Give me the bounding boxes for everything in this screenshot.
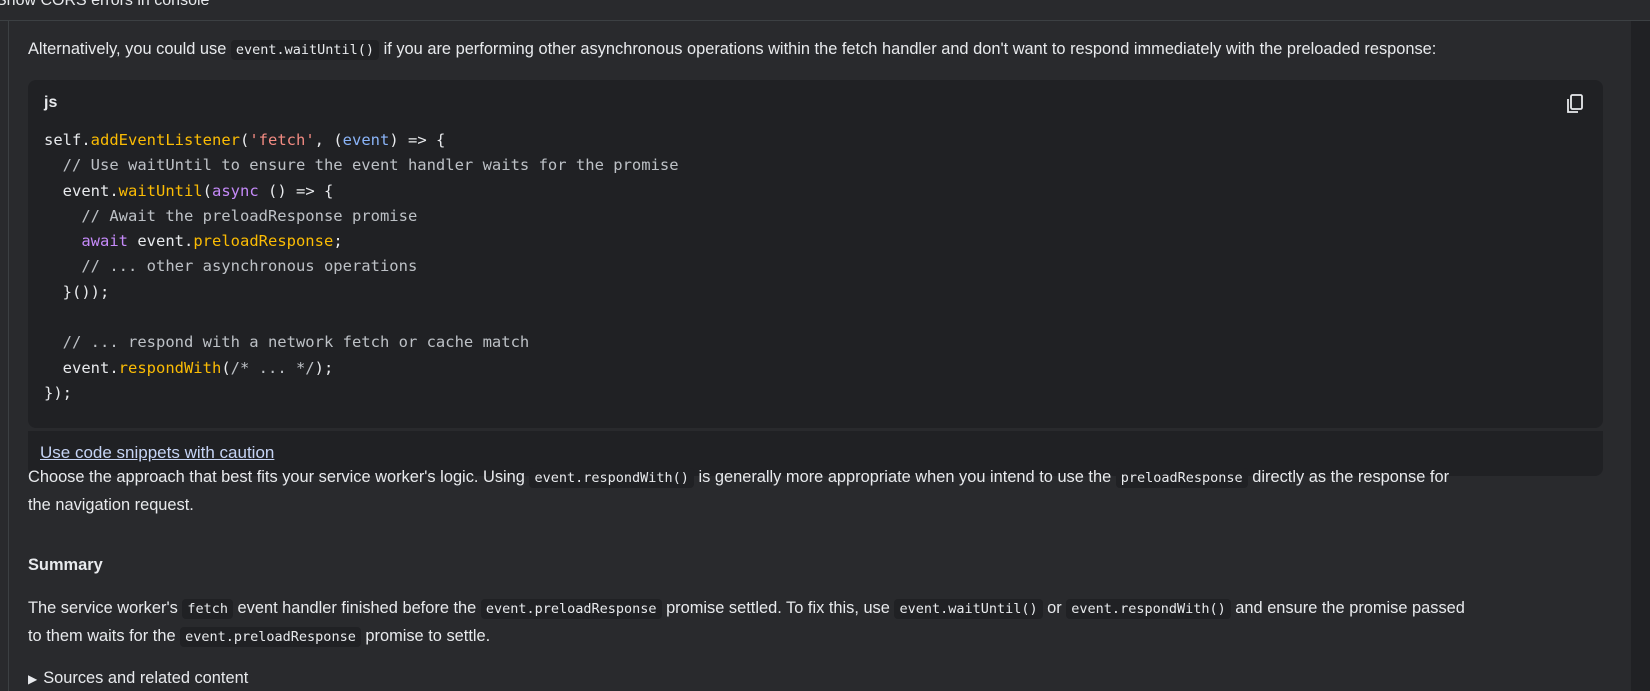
code-token: }); [44, 383, 72, 402]
code-token: // ... other asynchronous operations [44, 257, 418, 276]
code-token: event. [44, 358, 119, 377]
summary-text: to them waits for the [28, 627, 181, 645]
code-token: // Use waitUntil to ensure the event han… [44, 156, 679, 175]
code-line: await event.preloadResponse; [44, 229, 679, 254]
inline-code-respondwith: event.respondWith() [1066, 599, 1231, 619]
summary-text: or [1042, 599, 1067, 617]
code-line: event.waitUntil(async () => { [44, 179, 679, 204]
inline-code-preloadresponse: preloadResponse [1115, 468, 1248, 488]
code-token: preloadResponse [193, 232, 334, 251]
inline-code-waituntil: event.waitUntil() [894, 599, 1043, 619]
code-line: event.respondWith(/* ... */); [44, 356, 679, 381]
inline-code-respondwith: event.respondWith() [529, 468, 694, 488]
code-token: ( [239, 131, 250, 149]
code-token: , ( [314, 131, 343, 149]
summary-text: promise settled. To fix this, use [661, 599, 895, 617]
code-token: event. [44, 181, 119, 200]
choose-text: Choose the approach that best fits your … [28, 468, 530, 486]
code-token: () => { [258, 181, 334, 200]
summary-text: The service worker's [28, 599, 183, 617]
code-caution-link[interactable]: Use code snippets with caution [40, 443, 274, 463]
code-token: respondWith [118, 358, 222, 377]
summary-heading: Summary [28, 556, 103, 574]
code-token: ) => { [389, 131, 446, 149]
code-token: await [81, 232, 128, 251]
sources-toggle[interactable]: ▶ Sources and related content [28, 669, 248, 688]
scrollbar-thumb[interactable] [1636, 22, 1646, 691]
top-bar: Show CORS errors in console [0, 0, 1650, 21]
code-block: js self.addEventListener('fetch', (event… [28, 80, 1603, 428]
summary-text: event handler finished before the [232, 599, 481, 617]
code-line: // ... other asynchronous operations [44, 254, 679, 279]
summary-text: and ensure the promise passed [1230, 599, 1465, 617]
code-line: // ... respond with a network fetch or c… [44, 330, 679, 355]
code-token: }()); [44, 282, 110, 301]
disclosure-triangle-icon: ▶ [28, 672, 38, 686]
code-line: self.addEventListener('fetch', (event) =… [44, 128, 679, 153]
intro-text-after: if you are performing other asynchronous… [379, 40, 1437, 58]
choose-paragraph-line2: the navigation request. [28, 496, 194, 514]
choose-text: directly as the response for [1247, 468, 1450, 486]
code-token: 'fetch' [249, 131, 315, 149]
code-token: ); [314, 358, 334, 377]
sources-label: Sources and related content [43, 669, 249, 687]
code-content: self.addEventListener('fetch', (event) =… [44, 128, 679, 406]
summary-paragraph-line1: The service worker's fetch event handler… [28, 594, 1465, 623]
code-language-label: js [44, 94, 58, 111]
code-line: // Await the preloadResponse promise [44, 204, 679, 229]
code-token: event [342, 131, 390, 149]
intro-text-before: Alternatively, you could use [28, 40, 231, 58]
code-token: ( [221, 358, 231, 377]
inline-code-fetch: fetch [182, 599, 233, 619]
code-token: // ... respond with a network fetch or c… [44, 333, 530, 352]
intro-paragraph: Alternatively, you could use event.waitU… [28, 35, 1436, 64]
code-line: }()); [44, 280, 679, 305]
code-token: /* ... */ [230, 358, 315, 377]
code-token: waitUntil [118, 181, 203, 200]
code-token: addEventListener [90, 131, 240, 149]
copy-icon[interactable] [1563, 92, 1587, 116]
code-token: // Await the preloadResponse promise [44, 206, 418, 225]
code-line: // Use waitUntil to ensure the event han… [44, 153, 679, 178]
code-token: async [212, 181, 259, 200]
choose-paragraph-line1: Choose the approach that best fits your … [28, 463, 1449, 492]
cors-errors-option-label[interactable]: Show CORS errors in console [0, 0, 209, 10]
code-token: self. [44, 131, 91, 149]
inline-code-waituntil: event.waitUntil() [230, 40, 380, 60]
choose-text: is generally more appropriate when you i… [693, 468, 1116, 486]
code-token: ; [333, 232, 343, 251]
summary-text: promise to settle. [360, 627, 491, 645]
inline-code-preloadresponse: event.preloadResponse [180, 627, 361, 647]
inline-code-preloadresponse: event.preloadResponse [480, 599, 662, 619]
code-token: event. [128, 232, 194, 251]
code-line: }); [44, 381, 679, 406]
summary-paragraph-line2: to them waits for the event.preloadRespo… [28, 622, 490, 651]
code-token: ( [202, 181, 212, 200]
